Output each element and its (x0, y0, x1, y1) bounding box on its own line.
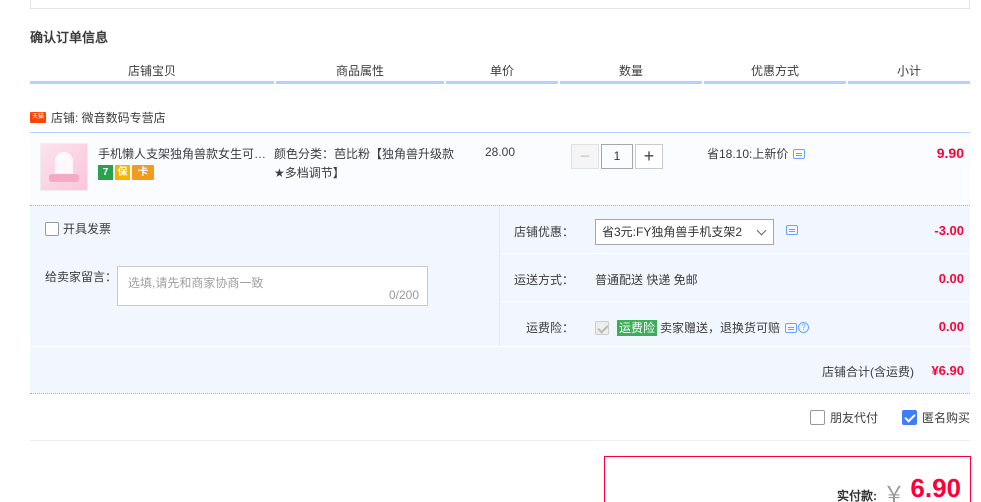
shipping-label: 运送方式： (513, 273, 574, 287)
shop-discount-selected: 省3元:FY独角兽手机支架2 (602, 225, 743, 239)
product-thumbnail[interactable] (40, 143, 88, 191)
shop-discount-label: 店铺优惠： (513, 225, 574, 239)
payment-amount: 6.90 (910, 473, 961, 502)
invoice-checkbox[interactable] (45, 221, 59, 236)
unit-price: 28.00 (485, 145, 516, 159)
order-details-panel: 开具发票 给卖家留言： 选填,请先和商家协商一致 0/200 店铺优惠： 省3元… (30, 206, 970, 346)
column-headers: 店铺宝贝 商品属性 单价 数量 优惠方式 小计 (30, 60, 970, 84)
previous-section-box (30, 0, 970, 9)
payment-label: 实付款: (837, 489, 877, 502)
anonymous-purchase-label: 匿名购买 (921, 411, 970, 425)
shop-discount-amount: -3.00 (934, 223, 964, 238)
chevron-down-icon (756, 225, 767, 236)
seller-message-counter: 0/200 (388, 288, 419, 302)
insurance-badge: 运费险 (617, 319, 658, 336)
quantity-decrease-button[interactable]: − (571, 144, 599, 169)
product-attributes: 颜色分类：芭比粉【独角兽升级款★多档调节】 (274, 147, 455, 180)
order-options: 朋友代付 匿名购买 (786, 409, 970, 426)
anonymous-purchase-option[interactable]: 匿名购买 (901, 409, 970, 426)
payment-currency: ￥ (882, 482, 905, 502)
friend-pay-checkbox[interactable] (809, 410, 825, 425)
tmall-shop-icon: 天猫 (30, 111, 46, 123)
product-image-base (49, 174, 79, 182)
shipping-method: 普通配送 快递 免邮 (595, 273, 698, 287)
shipping-amount: 0.00 (938, 271, 964, 286)
order-item-row: 手机懒人支架独角兽款女生可爱桌面少女心 7 保 卡 颜色分类：芭比粉【独角兽升级… (30, 132, 970, 206)
coupon-message-icon[interactable] (786, 225, 798, 235)
insurance-message-icon[interactable] (785, 322, 798, 333)
shop-total-label: 店铺合计(含运费) (822, 365, 914, 379)
seller-message-placeholder: 选填,请先和商家协商一致 (128, 276, 264, 290)
item-discount-text: 省18.10:上新价 (707, 147, 789, 161)
shop-discount-select[interactable]: 省3元:FY独角兽手机支架2 (595, 219, 774, 245)
shop-total-row: 店铺合计(含运费) ¥6.90 (30, 346, 970, 394)
shop-line: 天猫 店铺: 微音数码专营店 (30, 108, 166, 126)
quantity-stepper: − 1 + (571, 144, 663, 169)
insurance-row: 运费险： 运费险 卖家赠送，退换货可赔 ? 0.00 (500, 302, 970, 346)
shipping-row: 运送方式： 普通配送 快递 免邮 0.00 (500, 254, 970, 302)
product-title-link[interactable]: 手机懒人支架独角兽款女生可爱桌面少女心 (98, 145, 270, 162)
seller-message-textarea[interactable]: 选填,请先和商家协商一致 0/200 (117, 266, 428, 306)
message-icon[interactable] (793, 148, 806, 159)
divider (30, 440, 970, 441)
seller-message-label: 给卖家留言： (45, 270, 118, 284)
column-header-item: 店铺宝贝 (30, 60, 274, 84)
seven-day-return-icon[interactable]: 7 (98, 165, 113, 180)
quantity-increase-button[interactable]: + (635, 144, 663, 169)
invoice-label: 开具发票 (63, 222, 112, 236)
shop-total-value: ¥6.90 (931, 363, 964, 378)
help-icon[interactable]: ? (798, 322, 810, 333)
item-subtotal: 9.90 (936, 145, 964, 161)
insurance-text: 卖家赠送，退换货可赔 (660, 321, 781, 335)
section-title: 确认订单信息 (30, 30, 109, 45)
invoice-option[interactable]: 开具发票 (45, 220, 111, 237)
column-header-quantity: 数量 (560, 60, 702, 84)
shop-discount-row: 店铺优惠： 省3元:FY独角兽手机支架2 -3.00 (500, 206, 970, 254)
column-header-discount: 优惠方式 (704, 60, 846, 84)
insurance-value: 运费险 卖家赠送，退换货可赔 ? (595, 319, 810, 336)
anonymous-purchase-checkbox[interactable] (901, 410, 917, 425)
item-discount: 省18.10:上新价 (707, 145, 806, 162)
friend-pay-option[interactable]: 朋友代付 (809, 409, 878, 426)
guarantee-icon[interactable]: 保 (115, 165, 130, 180)
column-header-subtotal: 小计 (848, 60, 970, 84)
credit-card-icon[interactable]: 卡 (132, 165, 154, 180)
quantity-input[interactable]: 1 (601, 144, 633, 169)
insurance-checkbox (595, 320, 609, 335)
order-details-left: 开具发票 给卖家留言： 选填,请先和商家协商一致 0/200 (30, 206, 500, 346)
friend-pay-label: 朋友代付 (829, 411, 878, 425)
insurance-label: 运费险： (525, 321, 574, 335)
product-service-icons: 7 保 卡 (98, 165, 154, 180)
column-header-attributes: 商品属性 (276, 60, 444, 84)
column-header-price: 单价 (446, 60, 558, 84)
insurance-amount: 0.00 (938, 319, 964, 334)
shop-name-link[interactable]: 店铺: 微音数码专营店 (51, 109, 166, 126)
payment-summary: 实付款: ￥ 6.90 (604, 456, 971, 502)
